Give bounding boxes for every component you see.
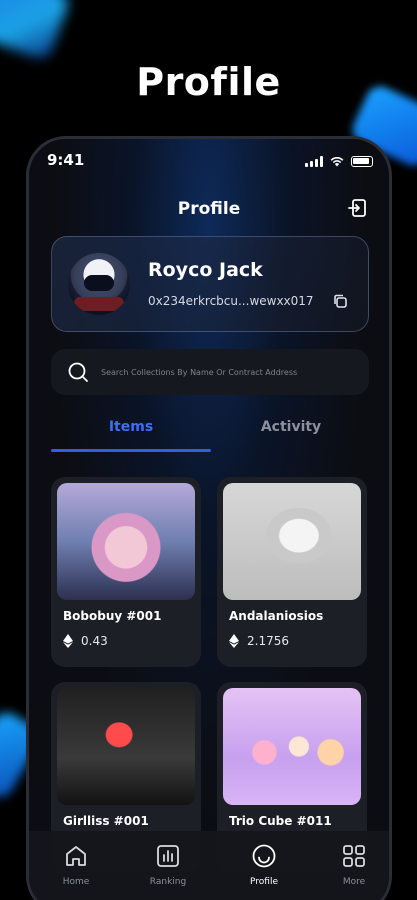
user-name: Royco Jack	[148, 259, 263, 281]
nav-item-profile[interactable]: Profile	[229, 843, 299, 887]
ethereum-icon	[229, 634, 239, 648]
signal-icon	[305, 155, 323, 167]
bottom-nav: Home Ranking Profile More	[29, 831, 389, 900]
ranking-icon	[157, 845, 179, 867]
avatar	[68, 253, 130, 315]
wifi-icon	[330, 157, 344, 167]
nft-card[interactable]: Bobobuy #001 0.43	[51, 477, 201, 667]
nav-item-home[interactable]: Home	[41, 843, 111, 887]
phone-frame: 9:41 Profile Royco Jack 0x234erkrcbcu...…	[26, 136, 392, 900]
nft-price: 2.1756	[247, 634, 289, 648]
nft-name: Girlliss #001	[63, 814, 149, 828]
battery-icon	[351, 155, 373, 167]
status-time: 9:41	[47, 151, 85, 169]
ethereum-icon	[63, 634, 73, 648]
wallet-address: 0x234erkrcbcu...wewxx017	[148, 294, 314, 308]
nft-image	[57, 688, 195, 805]
nft-image	[223, 483, 361, 600]
search-bar	[51, 349, 369, 395]
nft-name: Andalaniosios	[229, 609, 324, 623]
tab-activity[interactable]: Activity	[211, 419, 371, 435]
nft-card[interactable]: Andalaniosios 2.1756	[217, 477, 367, 667]
nav-label: Profile	[250, 877, 278, 887]
logout-icon[interactable]	[347, 197, 369, 219]
search-input[interactable]	[101, 363, 361, 381]
nft-image	[57, 483, 195, 600]
profile-icon	[252, 844, 276, 868]
decorative-shard	[0, 0, 72, 62]
tab-indicator	[51, 449, 211, 452]
nav-item-more[interactable]: More	[319, 843, 389, 887]
hero-title: Profile	[136, 60, 281, 104]
nav-label: More	[342, 877, 366, 887]
nft-name: Bobobuy #001	[63, 609, 162, 623]
nft-name: Trio Cube #011	[229, 814, 332, 828]
nft-image	[223, 688, 361, 805]
page-title: Profile	[177, 199, 241, 219]
nft-price: 0.43	[81, 634, 108, 648]
more-icon	[343, 845, 365, 867]
nav-label: Ranking	[149, 877, 187, 887]
copy-icon[interactable]	[332, 293, 348, 309]
tab-items[interactable]: Items	[51, 419, 211, 435]
home-icon	[66, 846, 86, 866]
status-bar: 9:41	[29, 149, 389, 173]
nav-label: Home	[62, 877, 90, 887]
nav-item-ranking[interactable]: Ranking	[133, 843, 203, 887]
profile-card: Royco Jack 0x234erkrcbcu...wewxx017	[51, 236, 369, 332]
status-icons	[305, 155, 373, 167]
search-icon	[68, 362, 88, 382]
